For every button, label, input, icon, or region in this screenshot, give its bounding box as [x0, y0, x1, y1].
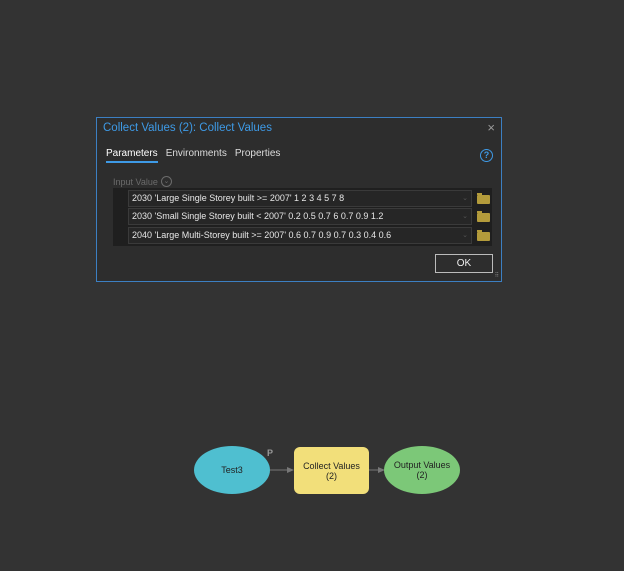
node-label: Output Values	[393, 460, 451, 470]
arrow-head	[287, 467, 294, 473]
parameter-marker: P	[267, 448, 274, 458]
node-label: Test3	[221, 465, 243, 475]
node-label: Collect Values	[303, 460, 360, 471]
tool-node-collect-values[interactable]: Collect Values (2)	[294, 447, 369, 494]
output-node-output-values[interactable]: Output Values (2)	[384, 446, 460, 494]
input-node-test3[interactable]: Test3	[194, 446, 270, 494]
node-label: (2)	[416, 470, 428, 480]
node-label: (2)	[326, 470, 337, 481]
